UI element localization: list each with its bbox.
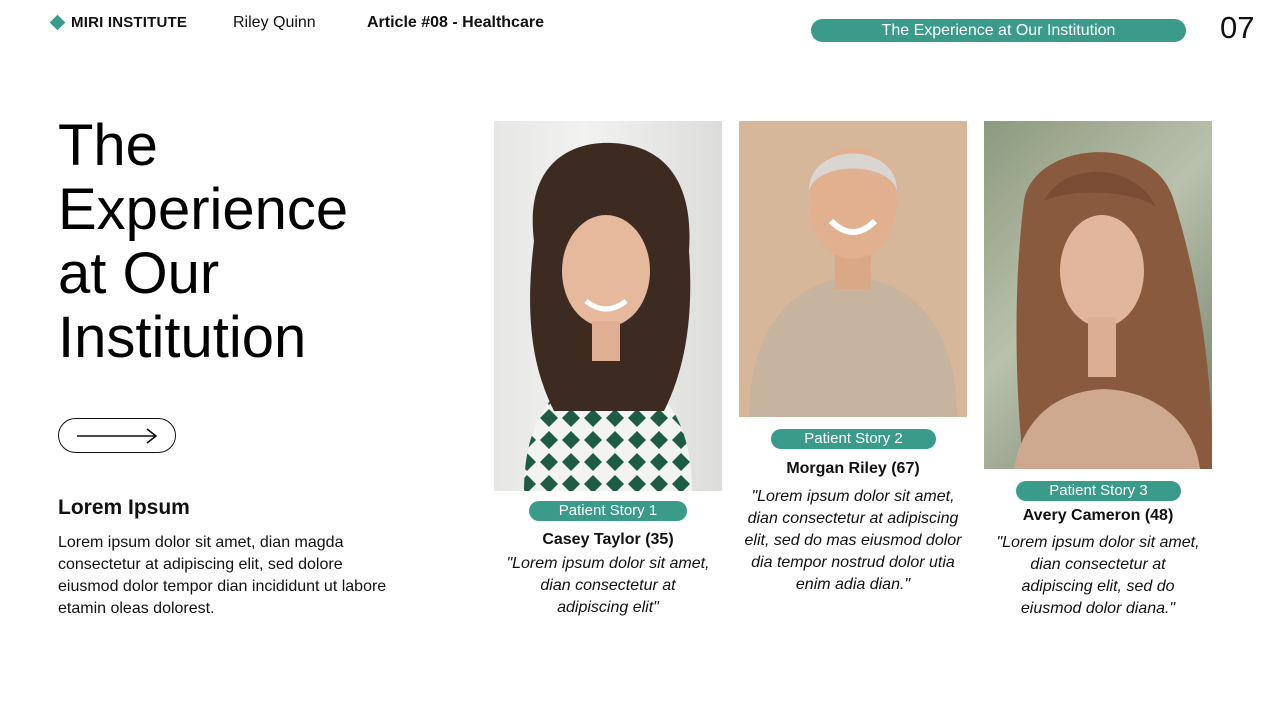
patient-photo-1 — [494, 121, 722, 491]
man-portrait-image — [749, 147, 957, 417]
woman-portrait-image — [1014, 152, 1212, 469]
brand[interactable]: MIRI INSTITUTE — [49, 14, 188, 31]
patient-quote-2: "Lorem ipsum dolor sit amet, dian consec… — [744, 488, 962, 593]
section-pill: The Experience at Our Institution — [811, 19, 1186, 42]
intro-heading: Lorem Ipsum — [58, 496, 190, 519]
patient-name-3: Avery Cameron (48) — [1022, 507, 1174, 524]
patient-name-2: Morgan Riley (67) — [786, 460, 920, 477]
patient-photo-2 — [739, 121, 967, 417]
patient-name-1: Casey Taylor (35) — [542, 531, 674, 548]
next-arrow-button[interactable] — [58, 418, 176, 453]
patient-photo-3 — [984, 121, 1212, 469]
arrow-right-icon — [77, 427, 158, 444]
diamond-logo-icon — [49, 14, 66, 31]
intro-body: Lorem ipsum dolor sit amet, dian magda c… — [58, 534, 387, 617]
article-label: Article #08 - Healthcare — [367, 14, 544, 31]
author-name: Riley Quinn — [233, 14, 316, 31]
patient-story-tag-2: Patient Story 2 — [771, 429, 936, 449]
patient-story-tag-3: Patient Story 3 — [1016, 481, 1181, 501]
header-bar: MIRI INSTITUTE Riley Quinn Article #08 -… — [0, 0, 1280, 60]
page-title: The Experience at Our Institution — [58, 113, 349, 370]
patient-quote-1: "Lorem ipsum dolor sit amet, dian consec… — [506, 555, 710, 616]
brand-name: MIRI INSTITUTE — [71, 14, 188, 31]
woman-portrait-image — [524, 142, 692, 491]
patient-story-tag-1: Patient Story 1 — [529, 501, 687, 521]
patient-quote-3: "Lorem ipsum dolor sit amet, dian consec… — [996, 534, 1200, 617]
page-number: 07 — [1220, 10, 1255, 45]
